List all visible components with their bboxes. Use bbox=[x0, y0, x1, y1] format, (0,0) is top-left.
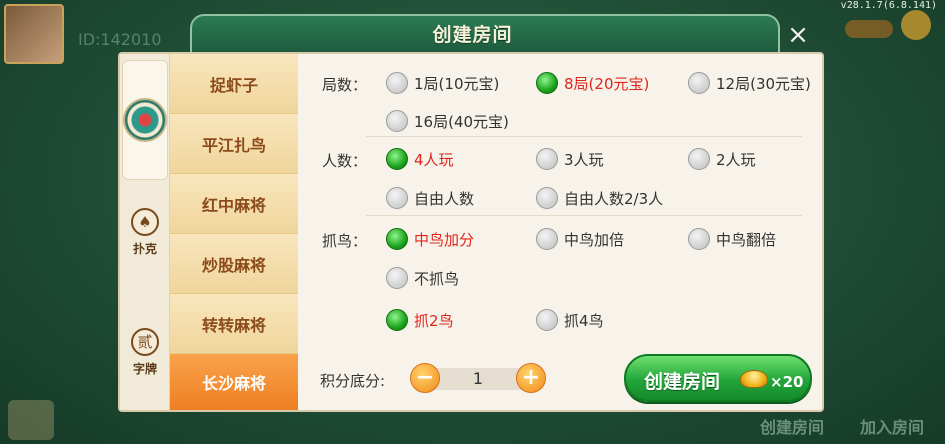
players-option-4[interactable]: 4人玩 bbox=[386, 147, 454, 171]
create-room-cost: ×20 bbox=[770, 373, 804, 391]
bird-option-flip[interactable]: 中鸟翻倍 bbox=[688, 227, 776, 251]
bird-label: 抓鸟： bbox=[322, 232, 368, 250]
radio-checked-icon bbox=[386, 148, 408, 170]
players-option-free[interactable]: 自由人数 bbox=[386, 186, 474, 210]
game-tab-zhuoxiazi[interactable]: 捉虾子 bbox=[170, 54, 298, 114]
version-label: v28.1.7(6.8.141) bbox=[840, 0, 937, 11]
bird-option-catch-2[interactable]: 抓2鸟 bbox=[386, 308, 454, 332]
radio-checked-icon bbox=[386, 228, 408, 250]
category-tab-poker[interactable]: ♠ 扑克 bbox=[120, 208, 170, 257]
divider bbox=[366, 136, 802, 137]
bg-join-room-label[interactable]: 加入房间 bbox=[860, 414, 924, 438]
category-label-poker: 扑克 bbox=[132, 242, 157, 256]
category-column: ♠ 扑克 贰 字牌 bbox=[120, 54, 170, 410]
bird-option-catch-4[interactable]: 抓4鸟 bbox=[536, 308, 604, 332]
radio-icon bbox=[536, 228, 558, 250]
game-list: 捉虾子 平江扎鸟 红中麻将 炒股麻将 转转麻将 长沙麻将 bbox=[170, 54, 298, 410]
game-tab-zhuanzhuan[interactable]: 转转麻将 bbox=[170, 294, 298, 354]
radio-checked-icon bbox=[536, 72, 558, 94]
game-tab-chaogu[interactable]: 炒股麻将 bbox=[170, 234, 298, 294]
radio-icon bbox=[386, 267, 408, 289]
score-plus-button[interactable]: + bbox=[516, 363, 546, 393]
score-label: 积分底分: bbox=[320, 372, 386, 390]
zipai-icon: 贰 bbox=[131, 328, 159, 356]
divider bbox=[366, 215, 802, 216]
game-tab-hongzhong[interactable]: 红中麻将 bbox=[170, 174, 298, 234]
category-tab-mahjong[interactable] bbox=[122, 60, 168, 180]
bottom-bar: 积分底分: − 1 + 创建房间 ×20 bbox=[298, 346, 822, 410]
radio-icon bbox=[386, 187, 408, 209]
rounds-option-16[interactable]: 16局(40元宝) bbox=[386, 109, 509, 133]
create-room-label: 创建房间 bbox=[644, 371, 721, 393]
bird-option-none[interactable]: 不抓鸟 bbox=[386, 266, 459, 290]
mahjong-logo-icon bbox=[123, 98, 167, 142]
radio-icon bbox=[688, 72, 710, 94]
spade-icon: ♠ bbox=[131, 208, 159, 236]
bird-option-add-score[interactable]: 中鸟加分 bbox=[386, 227, 474, 251]
bird-option-double[interactable]: 中鸟加倍 bbox=[536, 227, 624, 251]
rounds-option-8[interactable]: 8局(20元宝) bbox=[536, 71, 649, 95]
category-tab-zipai[interactable]: 贰 字牌 bbox=[120, 328, 170, 377]
radio-icon bbox=[536, 187, 558, 209]
rounds-label: 局数： bbox=[322, 76, 368, 94]
create-room-button[interactable]: 创建房间 ×20 bbox=[624, 354, 812, 402]
game-tab-pingjiangzhaniao[interactable]: 平江扎鸟 bbox=[170, 114, 298, 174]
settings-content: 局数： 1局(10元宝) 8局(20元宝) 12局(30元宝) 16局(40元宝… bbox=[298, 54, 822, 344]
rounds-option-1[interactable]: 1局(10元宝) bbox=[386, 71, 499, 95]
bg-create-room-label[interactable]: 创建房间 bbox=[760, 414, 824, 438]
radio-icon bbox=[386, 110, 408, 132]
category-label-zipai: 字牌 bbox=[132, 362, 157, 376]
players-option-3[interactable]: 3人玩 bbox=[536, 147, 604, 171]
radio-icon bbox=[386, 72, 408, 94]
gold-ingot-icon bbox=[740, 370, 768, 388]
rounds-option-12[interactable]: 12局(30元宝) bbox=[688, 71, 811, 95]
radio-icon bbox=[688, 228, 710, 250]
game-tab-changsha[interactable]: 长沙麻将 bbox=[170, 354, 298, 410]
shop-cart-icon[interactable] bbox=[8, 400, 54, 440]
radio-checked-icon bbox=[386, 309, 408, 331]
create-room-dialog: ♠ 扑克 贰 字牌 捉虾子 平江扎鸟 红中麻将 炒股麻将 转转麻将 长沙麻将 局… bbox=[118, 52, 824, 412]
players-option-2[interactable]: 2人玩 bbox=[688, 147, 756, 171]
score-minus-button[interactable]: − bbox=[410, 363, 440, 393]
radio-icon bbox=[688, 148, 710, 170]
players-option-free-2-3[interactable]: 自由人数2/3人 bbox=[536, 186, 663, 210]
score-value: 1 bbox=[472, 369, 484, 388]
radio-icon bbox=[536, 309, 558, 331]
radio-icon bbox=[536, 148, 558, 170]
close-button[interactable]: × bbox=[785, 22, 811, 48]
players-label: 人数： bbox=[322, 152, 368, 170]
